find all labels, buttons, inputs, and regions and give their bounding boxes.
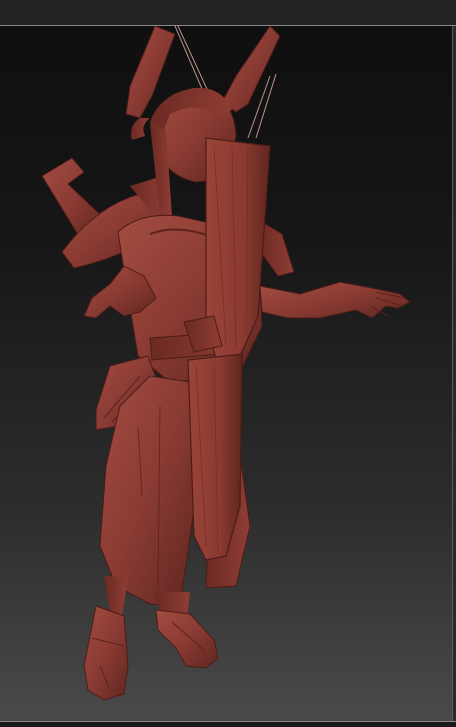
bottom-strip [0, 722, 456, 727]
right-arm [259, 281, 411, 319]
right-horn [221, 26, 281, 113]
left-boot [83, 605, 129, 701]
3d-viewport[interactable] [0, 26, 452, 721]
right-boot [155, 609, 219, 669]
top-toolbar-strip [0, 0, 456, 25]
left-horn-tip [131, 118, 150, 140]
sculpt-model [41, 26, 411, 701]
app-frame [0, 0, 456, 727]
viewport-right-border [452, 26, 456, 727]
shield-lower [187, 353, 243, 561]
